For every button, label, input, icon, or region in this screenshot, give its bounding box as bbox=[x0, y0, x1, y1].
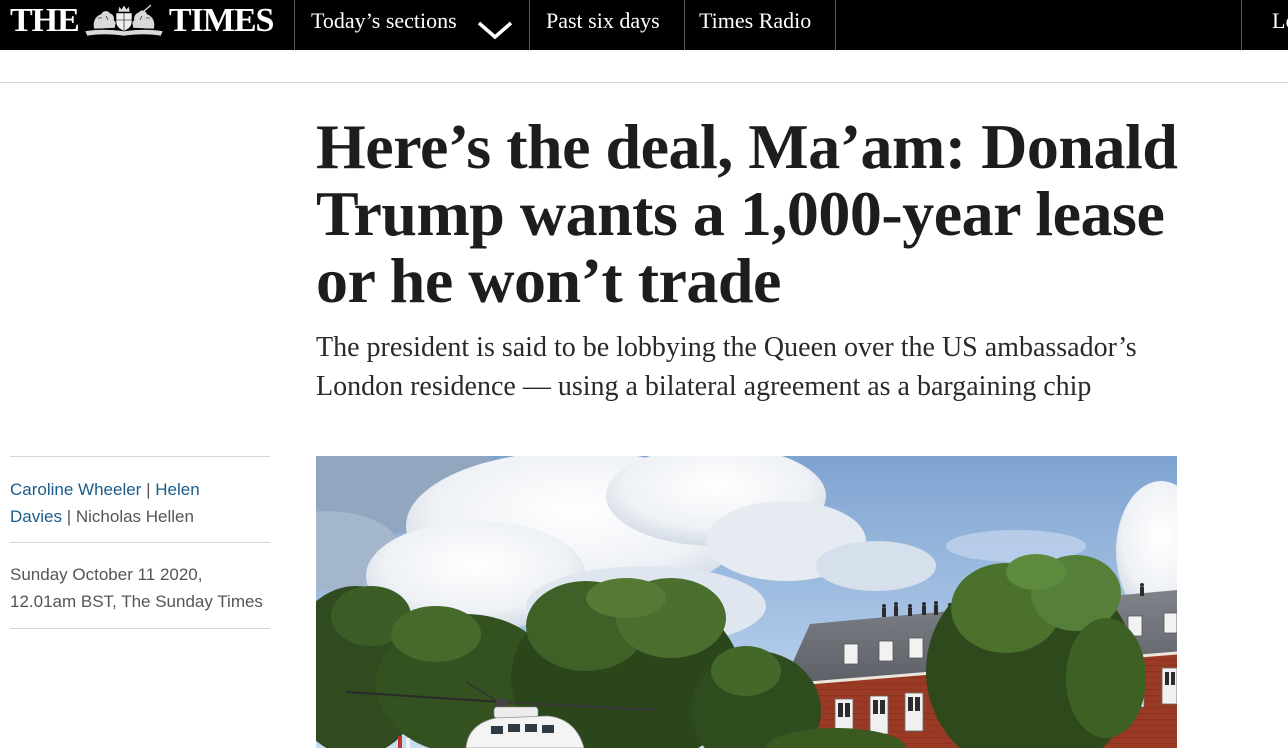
nav-item-past-six-days[interactable]: Past six days bbox=[529, 0, 685, 50]
nav-item-todays-sections[interactable]: Today’s sections bbox=[294, 0, 530, 50]
article-standfirst: The president is said to be lobbying the… bbox=[316, 332, 1137, 402]
author-link[interactable]: Caroline Wheeler bbox=[10, 480, 141, 499]
byline-authors: Caroline Wheeler | Helen Davies | Nichol… bbox=[10, 476, 235, 530]
byline: Caroline Wheeler | Helen Davies | Nichol… bbox=[10, 456, 270, 542]
publish-time-and-publication: 12.01am BST, The Sunday Times bbox=[10, 592, 263, 611]
byline-separator: | bbox=[146, 480, 151, 499]
nav-item-label: Times Radio bbox=[699, 8, 812, 33]
logo-word-times: TIMES bbox=[168, 2, 275, 39]
author-name: Nicholas Hellen bbox=[75, 507, 194, 526]
publish-date: Sunday October 11 2020, bbox=[10, 565, 203, 584]
publication-dateline: Sunday October 11 2020, 12.01am BST, The… bbox=[10, 542, 270, 629]
article-hero-image bbox=[316, 456, 1177, 748]
logo-word-the: THE bbox=[10, 2, 80, 39]
article-meta: Caroline Wheeler | Helen Davies | Nichol… bbox=[10, 456, 270, 629]
article-headline: Here’s the deal, Ma’am: Donald Trump wan… bbox=[316, 111, 1178, 316]
login-label: Lo bbox=[1272, 8, 1288, 33]
byline-separator: | bbox=[66, 507, 72, 526]
nav-item-label: Past six days bbox=[546, 8, 660, 33]
top-navigation: THE TIMES Today’s sections Past six days… bbox=[0, 0, 1288, 50]
royal-crest-icon bbox=[82, 4, 166, 38]
chevron-down-icon bbox=[477, 12, 513, 40]
header-divider bbox=[0, 82, 1288, 83]
nav-item-label: Today’s sections bbox=[311, 8, 457, 33]
nav-item-login[interactable]: Lo bbox=[1241, 0, 1288, 50]
nav-item-times-radio[interactable]: Times Radio bbox=[684, 0, 836, 50]
times-logo[interactable]: THE TIMES bbox=[10, 0, 275, 42]
